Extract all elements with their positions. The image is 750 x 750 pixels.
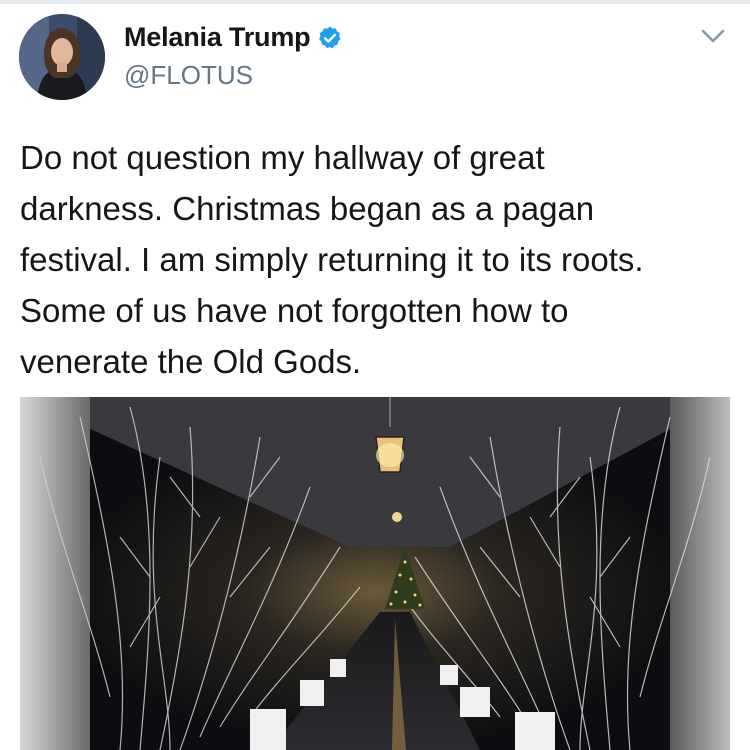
top-divider bbox=[0, 0, 750, 4]
tweet-text-line: venerate the Old Gods. bbox=[20, 343, 362, 380]
hallway-photo-icon bbox=[20, 397, 730, 750]
tweet-text-line: Do not question my hallway of great bbox=[20, 139, 545, 176]
tweet-text-line: festival. I am simply returning it to it… bbox=[20, 241, 644, 278]
tweet-photo[interactable] bbox=[20, 397, 730, 750]
display-name[interactable]: Melania Trump bbox=[124, 22, 311, 53]
chevron-down-icon[interactable] bbox=[700, 28, 726, 46]
avatar[interactable] bbox=[19, 14, 105, 100]
tweet-text-line: darkness. Christmas began as a pagan bbox=[20, 190, 595, 227]
tweet-text-line: Some of us have not forgotten how to bbox=[20, 292, 569, 329]
verified-badge-icon bbox=[317, 25, 343, 51]
profile-photo-icon bbox=[19, 14, 105, 100]
handle[interactable]: @FLOTUS bbox=[124, 60, 253, 91]
tweet-text: Do not question my hallway of great dark… bbox=[20, 132, 730, 387]
